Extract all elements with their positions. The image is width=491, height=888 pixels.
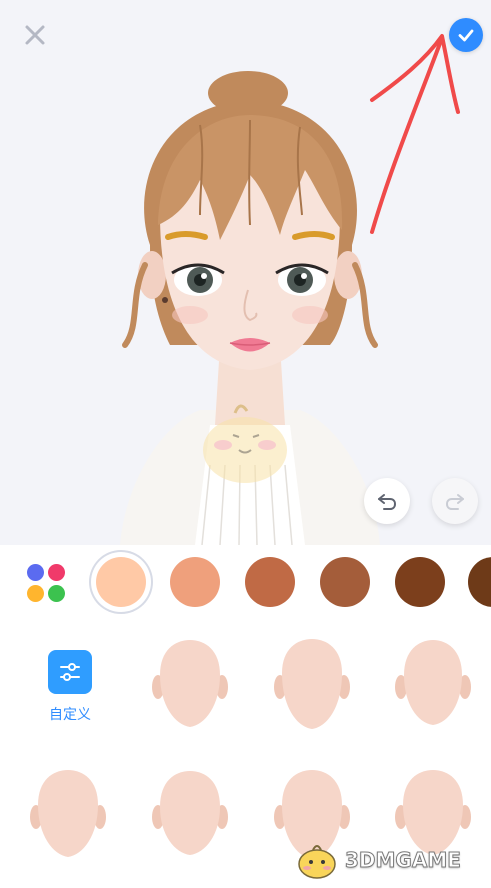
redo-icon xyxy=(445,494,464,510)
skin-swatch-1[interactable] xyxy=(96,557,146,607)
custom-face-button[interactable]: 自定义 xyxy=(45,650,95,724)
undo-icon xyxy=(378,494,397,510)
confirm-button[interactable] xyxy=(449,18,483,52)
face-shape-option[interactable] xyxy=(272,635,352,735)
skin-swatch-3[interactable] xyxy=(245,557,295,607)
face-shape-grid: 自定义 xyxy=(0,620,491,888)
face-shape-option[interactable] xyxy=(393,765,473,865)
close-icon xyxy=(25,25,45,45)
face-shape-option[interactable] xyxy=(272,765,352,865)
undo-button[interactable] xyxy=(364,478,410,524)
custom-face-label: 自定义 xyxy=(49,707,91,723)
checkmark-icon xyxy=(458,29,474,42)
skin-color-row xyxy=(0,545,491,620)
face-shape-option[interactable] xyxy=(393,635,473,735)
palette-icon[interactable] xyxy=(24,561,68,605)
sliders-icon xyxy=(48,650,92,694)
face-shape-option[interactable] xyxy=(150,635,230,735)
skin-swatch-2[interactable] xyxy=(170,557,220,607)
redo-button[interactable] xyxy=(432,478,478,524)
face-shape-option[interactable] xyxy=(150,765,230,865)
close-button[interactable] xyxy=(18,18,52,52)
avatar-preview xyxy=(0,0,491,545)
avatar-illustration xyxy=(120,71,380,545)
skin-swatch-5[interactable] xyxy=(395,557,445,607)
skin-swatch-6[interactable] xyxy=(468,557,491,607)
skin-swatch-4[interactable] xyxy=(320,557,370,607)
face-shape-option[interactable] xyxy=(28,765,108,865)
avatar-editor-screen: 自定义 3DMGAME xyxy=(0,0,491,888)
